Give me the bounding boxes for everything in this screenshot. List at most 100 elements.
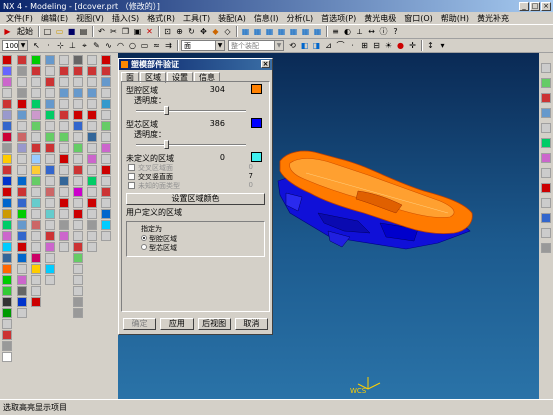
unite-icon[interactable] xyxy=(2,275,12,285)
select-vertex-icon[interactable]: ⋅ xyxy=(347,40,358,51)
cross-vertical-checkbox[interactable]: 交叉竖直面 7 xyxy=(126,172,265,181)
layout-icon[interactable] xyxy=(17,99,27,109)
menu-insert[interactable]: 插入(S) xyxy=(108,13,143,24)
menu-supplement[interactable]: 黄光补充 xyxy=(473,13,513,24)
ok-button[interactable]: 确定 xyxy=(123,318,157,330)
menu-edit[interactable]: 编辑(E) xyxy=(37,13,72,24)
menu-format[interactable]: 格式(R) xyxy=(143,13,179,24)
hole-table-icon[interactable] xyxy=(17,286,27,296)
fit-view-icon[interactable]: ⊡ xyxy=(162,26,173,37)
electrode-icon[interactable] xyxy=(17,231,27,241)
select-body-icon[interactable]: ◨ xyxy=(311,40,322,51)
measure-icon[interactable]: ↔ xyxy=(366,26,377,37)
workpiece-icon[interactable] xyxy=(17,88,27,98)
gateway-icon[interactable] xyxy=(101,66,111,76)
zoom-combo[interactable]: 100 ▼ xyxy=(2,40,28,51)
arc-icon[interactable]: ◠ xyxy=(115,40,126,51)
cut-icon[interactable]: ✂ xyxy=(108,26,119,37)
electrode-design-icon[interactable] xyxy=(101,220,111,230)
pocket-mold-icon[interactable] xyxy=(17,253,27,263)
moldbase-icon[interactable] xyxy=(17,143,27,153)
undo-icon[interactable]: ↶ xyxy=(96,26,107,37)
menu-assemblies[interactable]: 装配(A) xyxy=(214,13,250,24)
law-extension-icon[interactable] xyxy=(45,143,55,153)
minimize-button[interactable]: _ xyxy=(519,1,529,11)
text-icon[interactable] xyxy=(31,286,41,296)
light-icon[interactable] xyxy=(87,198,97,208)
delete-icon[interactable]: ✕ xyxy=(144,26,155,37)
journal-icon[interactable] xyxy=(87,77,97,87)
refit-icon[interactable] xyxy=(59,242,69,252)
trim-mold-icon[interactable] xyxy=(17,242,27,252)
progressive-die-icon[interactable] xyxy=(101,209,111,219)
mark-icon[interactable] xyxy=(73,242,83,252)
quilt-icon[interactable] xyxy=(45,231,55,241)
radius-icon[interactable] xyxy=(73,176,83,186)
isoparametric-icon[interactable] xyxy=(59,88,69,98)
table-icon[interactable] xyxy=(73,253,83,263)
report-icon[interactable] xyxy=(73,264,83,274)
face-analysis-icon[interactable] xyxy=(73,110,83,120)
boss-icon[interactable] xyxy=(2,143,12,153)
deselect-icon[interactable]: ⊟ xyxy=(371,40,382,51)
slot-icon[interactable] xyxy=(2,176,12,186)
process-studio-icon[interactable] xyxy=(541,168,551,178)
sphere-icon[interactable] xyxy=(2,121,12,131)
family-mold-icon[interactable] xyxy=(17,110,27,120)
extension-icon[interactable] xyxy=(45,132,55,142)
runner-icon[interactable] xyxy=(17,209,27,219)
move-pole-icon[interactable] xyxy=(59,66,69,76)
apps-more-icon[interactable] xyxy=(101,231,111,241)
through-curves-icon[interactable] xyxy=(45,66,55,76)
shell-icon[interactable] xyxy=(2,231,12,241)
knowledge-icon[interactable] xyxy=(101,176,111,186)
tool-more-icon[interactable] xyxy=(73,308,83,318)
ejector-icon[interactable] xyxy=(17,165,27,175)
start-menu[interactable]: 起始 xyxy=(14,26,36,37)
subinsert-icon[interactable] xyxy=(17,187,27,197)
apply-button[interactable]: 应用 xyxy=(160,318,194,330)
strength-icon[interactable] xyxy=(73,198,83,208)
chamfer-icon[interactable] xyxy=(2,220,12,230)
resource-more-icon[interactable] xyxy=(541,243,551,253)
render-icon[interactable] xyxy=(87,187,97,197)
dimension-icon[interactable] xyxy=(73,220,83,230)
line-icon[interactable] xyxy=(31,66,41,76)
close-button[interactable]: × xyxy=(541,1,551,11)
offset-surface-icon[interactable] xyxy=(45,154,55,164)
fillet-curve-icon[interactable] xyxy=(31,264,41,274)
sheetmetal-icon[interactable] xyxy=(101,121,111,131)
smooth-icon[interactable] xyxy=(31,242,41,252)
palette-icon[interactable] xyxy=(541,153,551,163)
note-icon[interactable] xyxy=(73,231,83,241)
menu-window[interactable]: 窗口(O) xyxy=(400,13,437,24)
gate-icon[interactable] xyxy=(17,198,27,208)
history-icon[interactable] xyxy=(541,93,551,103)
system-scenes-icon[interactable] xyxy=(541,213,551,223)
start-icon[interactable]: ▶ xyxy=(2,26,13,37)
view-bottom-icon[interactable]: ▦ xyxy=(300,26,311,37)
view-iso-icon[interactable]: ▦ xyxy=(276,26,287,37)
die-icon[interactable] xyxy=(101,198,111,208)
layer-icon[interactable]: ≡ xyxy=(330,26,341,37)
view-manager-icon[interactable] xyxy=(17,297,27,307)
scale-icon[interactable] xyxy=(2,341,12,351)
chamfer-curve-icon[interactable] xyxy=(31,275,41,285)
animation-icon[interactable] xyxy=(87,231,97,241)
ruled-icon[interactable] xyxy=(45,99,55,109)
modeling-icon[interactable] xyxy=(101,77,111,87)
slope-icon[interactable] xyxy=(73,165,83,175)
midsurface-icon[interactable] xyxy=(45,220,55,230)
edit-curve-icon[interactable] xyxy=(31,209,41,219)
revolve-icon[interactable] xyxy=(2,77,12,87)
grip-icon[interactable] xyxy=(87,55,97,65)
surface-icon[interactable] xyxy=(45,55,55,65)
distance-icon[interactable] xyxy=(73,66,83,76)
circle-icon[interactable]: ○ xyxy=(127,40,138,51)
polygon-icon[interactable] xyxy=(31,88,41,98)
soft-blend-icon[interactable] xyxy=(45,264,55,274)
smoothing-icon[interactable] xyxy=(59,165,69,175)
dialog-close-icon[interactable]: × xyxy=(261,60,270,68)
dialog-titlebar[interactable]: 塑模部件验证 × xyxy=(119,59,272,70)
helix-icon[interactable] xyxy=(31,110,41,120)
